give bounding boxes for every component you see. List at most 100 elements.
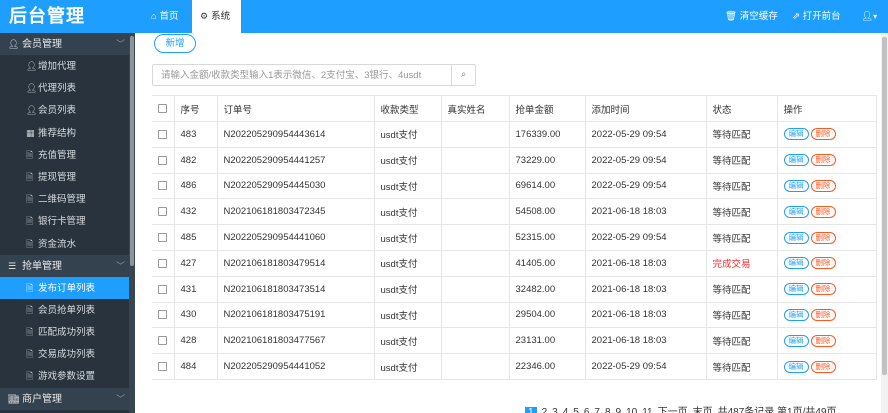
edit-button[interactable]: 编辑 bbox=[783, 283, 809, 296]
tab-home[interactable]: ⌂ 首页 bbox=[143, 0, 186, 33]
open-front-button[interactable]: ⇗ 打开前台 bbox=[792, 0, 841, 33]
sidebar-item[interactable]: 🗎︎ 发布订单列表 bbox=[0, 276, 135, 299]
edit-button[interactable]: 编辑 bbox=[783, 128, 809, 141]
sidebar-item[interactable]: 🗎︎ 提现管理 bbox=[0, 166, 135, 188]
cell-actions: 编辑 删除 bbox=[777, 250, 877, 277]
row-checkbox[interactable] bbox=[158, 129, 168, 139]
cell-status: 等待匹配 bbox=[706, 302, 778, 329]
page-link[interactable]: 9 bbox=[616, 407, 622, 413]
cell-name bbox=[441, 121, 510, 148]
row-checkbox[interactable] bbox=[158, 362, 168, 372]
header-id: 序号 bbox=[174, 95, 218, 122]
edit-button[interactable]: 编辑 bbox=[783, 231, 809, 244]
row-checkbox[interactable] bbox=[158, 336, 168, 346]
cell-amount: 29504.00 bbox=[509, 302, 586, 329]
sidebar-group-label: 抢单管理 bbox=[22, 260, 62, 272]
sidebar-group-0[interactable]: 👤︎ 会员管理 ﹀ bbox=[0, 33, 135, 55]
tab-system[interactable]: ⚙ 系统 bbox=[192, 0, 241, 33]
page-link[interactable]: 2 bbox=[542, 407, 548, 413]
select-all-checkbox[interactable] bbox=[158, 103, 168, 113]
last-page-link[interactable]: 末页 bbox=[693, 403, 713, 413]
cell-type: usdt支付 bbox=[374, 147, 442, 174]
document-icon: 🗎︎ bbox=[26, 327, 34, 338]
document-icon: 🗎︎ bbox=[26, 171, 34, 182]
next-page-link[interactable]: 下一页 bbox=[658, 403, 688, 413]
edit-button[interactable]: 编辑 bbox=[783, 308, 809, 321]
edit-button[interactable]: 编辑 bbox=[783, 205, 809, 218]
cell-actions: 编辑 删除 bbox=[777, 147, 877, 174]
cell-actions: 编辑 删除 bbox=[777, 173, 877, 200]
edit-button[interactable]: 编辑 bbox=[783, 154, 809, 167]
sidebar-item[interactable]: 🗎︎ 匹配成功列表 bbox=[0, 321, 135, 343]
row-checkbox[interactable] bbox=[158, 181, 168, 191]
sidebar-scrollbar-thumb[interactable] bbox=[130, 36, 134, 266]
page-link[interactable]: 8 bbox=[605, 407, 611, 413]
cell-name bbox=[441, 250, 510, 277]
cell-status: 等待匹配 bbox=[706, 327, 778, 355]
app-logo: 后台管理 bbox=[0, 0, 135, 33]
sidebar-item-label: 增加代理 bbox=[38, 61, 77, 72]
delete-button[interactable]: 删除 bbox=[810, 257, 836, 270]
tab-system-label: 系统 bbox=[211, 11, 231, 22]
delete-button[interactable]: 删除 bbox=[810, 360, 836, 373]
cell-name bbox=[441, 147, 510, 174]
sidebar-group-2[interactable]: 🏬︎ 商户管理 ﹀ bbox=[0, 387, 135, 410]
table-row: 482 N202205290954441257 usdt支付 73229.00 2022… bbox=[152, 147, 877, 174]
cell-order: N202205290954441052 bbox=[217, 353, 375, 380]
row-checkbox[interactable] bbox=[158, 233, 168, 243]
row-checkbox[interactable] bbox=[158, 207, 168, 217]
search-icon: ⌕ bbox=[460, 69, 467, 80]
edit-button[interactable]: 编辑 bbox=[783, 360, 809, 373]
delete-button[interactable]: 删除 bbox=[810, 231, 836, 244]
sidebar-item[interactable]: 🗎︎ 游戏参数设置 bbox=[0, 365, 135, 387]
sidebar-item[interactable]: 🗎︎ 会员抢单列表 bbox=[0, 299, 135, 321]
sidebar-group-1[interactable]: ☰ 抢单管理 ﹀ bbox=[0, 254, 135, 277]
delete-button[interactable]: 删除 bbox=[810, 128, 836, 141]
delete-button[interactable]: 删除 bbox=[810, 283, 836, 296]
sidebar-item[interactable]: 👤︎增加代理 bbox=[0, 55, 135, 77]
row-select-cell bbox=[152, 250, 175, 277]
sidebar-item[interactable]: 🗎︎ 资金流水 bbox=[0, 233, 135, 255]
sidebar-item[interactable]: 🗎︎ 交易成功列表 bbox=[0, 343, 135, 365]
sidebar-item[interactable]: ▦ 推荐结构 bbox=[0, 122, 135, 144]
chevron-down-icon: ▾ bbox=[873, 12, 878, 21]
delete-button[interactable]: 删除 bbox=[810, 205, 836, 218]
sidebar-item[interactable]: 👤︎代理列表 bbox=[0, 77, 135, 99]
page-link[interactable]: 3 bbox=[552, 407, 558, 413]
row-select-cell bbox=[152, 147, 175, 174]
delete-button[interactable]: 删除 bbox=[810, 308, 836, 321]
cell-id: 483 bbox=[174, 121, 218, 148]
row-checkbox[interactable] bbox=[158, 284, 168, 294]
user-menu-button[interactable]: 👤︎▾ bbox=[861, 0, 877, 33]
page-link[interactable]: 10 bbox=[626, 407, 637, 413]
search-button[interactable]: ⌕ bbox=[451, 65, 475, 85]
search-input[interactable] bbox=[153, 65, 456, 85]
edit-button[interactable]: 编辑 bbox=[783, 334, 809, 347]
page-link[interactable]: 5 bbox=[573, 407, 579, 413]
page-link[interactable]: 1 bbox=[525, 407, 537, 413]
clear-cache-button[interactable]: 🗑︎ 清空缓存 bbox=[725, 0, 778, 33]
row-checkbox[interactable] bbox=[158, 258, 168, 268]
delete-button[interactable]: 删除 bbox=[810, 334, 836, 347]
sidebar-item[interactable]: 🗎︎ 充值管理 bbox=[0, 144, 135, 166]
cell-order: N202205290954441060 bbox=[217, 224, 375, 251]
delete-button[interactable]: 删除 bbox=[810, 154, 836, 167]
sidebar-item[interactable]: 🗎︎ 银行卡管理 bbox=[0, 210, 135, 232]
page-link[interactable]: 7 bbox=[594, 407, 600, 413]
edit-button[interactable]: 编辑 bbox=[783, 257, 809, 270]
document-icon: 🗎︎ bbox=[26, 238, 34, 249]
row-checkbox[interactable] bbox=[158, 155, 168, 165]
sidebar-item[interactable]: 👤︎会员列表 bbox=[0, 99, 135, 121]
delete-button[interactable]: 删除 bbox=[810, 179, 836, 192]
edit-button[interactable]: 编辑 bbox=[783, 179, 809, 192]
page-link[interactable]: 11 bbox=[642, 407, 652, 413]
content-scrollbar-thumb[interactable] bbox=[882, 37, 887, 375]
add-button[interactable]: 新增 bbox=[154, 34, 196, 53]
page-link[interactable]: 6 bbox=[584, 407, 590, 413]
sidebar-item[interactable]: 🗎︎ 二维码管理 bbox=[0, 188, 135, 210]
document-icon: 🗎︎ bbox=[26, 371, 34, 382]
cell-amount: 41405.00 bbox=[509, 250, 586, 277]
row-checkbox[interactable] bbox=[158, 310, 168, 320]
cell-id: 428 bbox=[174, 327, 218, 355]
page-link[interactable]: 4 bbox=[563, 407, 569, 413]
